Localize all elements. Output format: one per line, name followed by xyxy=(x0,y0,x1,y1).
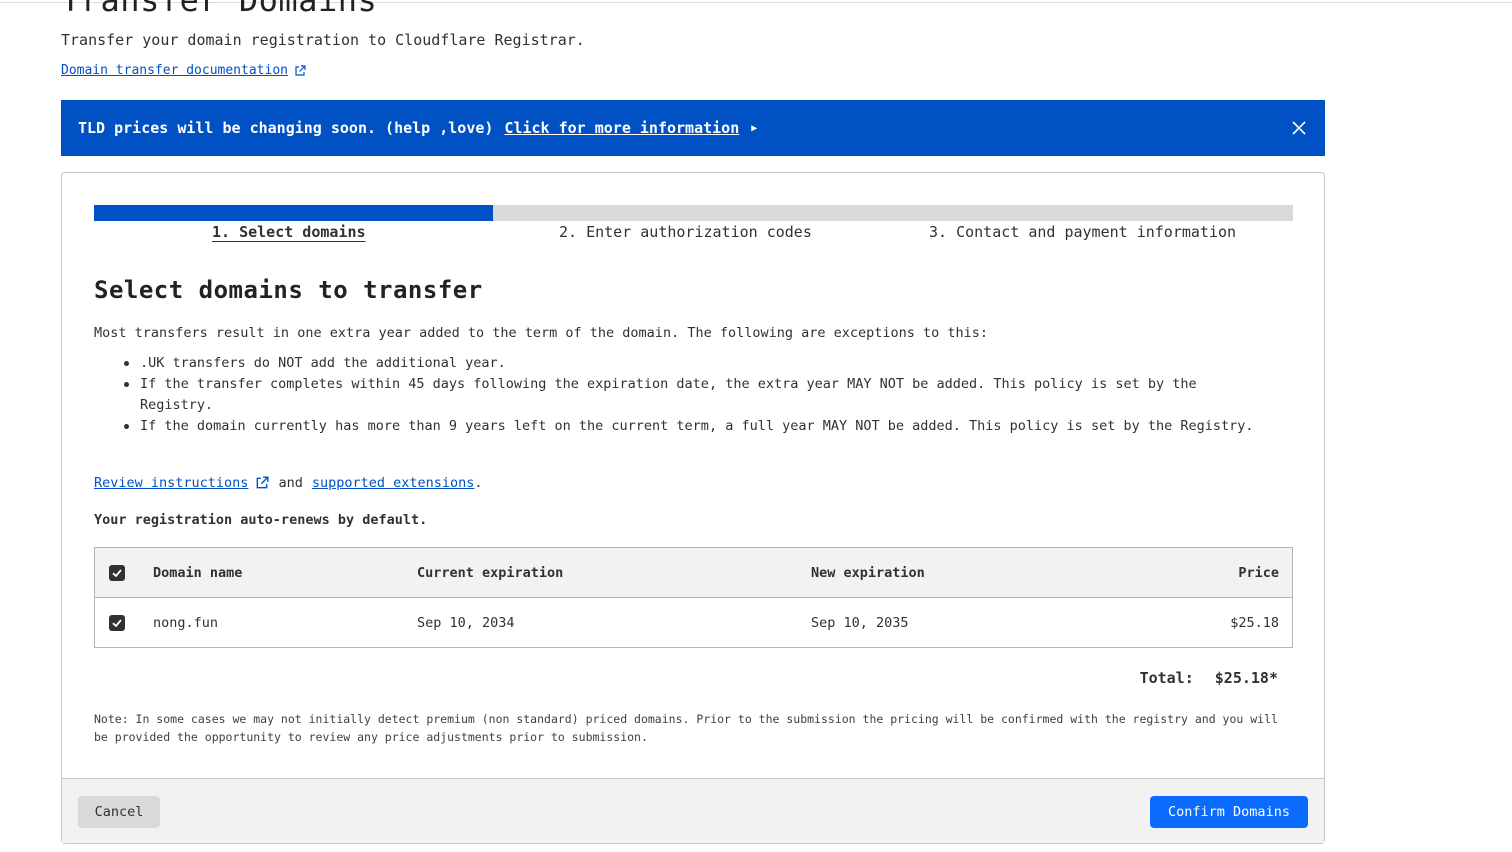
caret-right-icon: ▶ xyxy=(751,122,758,134)
pricing-note: Note: In some cases we may not initially… xyxy=(94,712,1278,744)
current-expiration-cell: Sep 10, 2034 xyxy=(417,614,515,631)
checkbox-checked-icon[interactable] xyxy=(109,614,125,631)
external-link-icon xyxy=(257,476,269,489)
doc-link-label: Domain transfer documentation xyxy=(61,63,288,78)
banner-link-label: Click for more information xyxy=(504,119,740,137)
select-all-cell xyxy=(109,548,125,597)
and-text: and xyxy=(278,475,303,491)
row-select-cell xyxy=(109,598,125,647)
checkbox-checked-icon[interactable] xyxy=(109,564,125,581)
banner-message: TLD prices will be changing soon. (help … xyxy=(78,119,494,137)
period-text: . xyxy=(474,475,483,491)
step-authorization-codes: 2. Enter authorization codes xyxy=(559,223,812,241)
section-title: Select domains to transfer xyxy=(94,276,483,304)
page-subtitle: Transfer your domain registration to Clo… xyxy=(61,31,585,49)
close-icon[interactable] xyxy=(1289,118,1309,138)
total-value: $25.18* xyxy=(1214,669,1278,687)
table-row: nong.fun Sep 10, 2034 Sep 10, 2035 $25.1… xyxy=(95,598,1292,647)
header-new-expiration: New expiration xyxy=(811,564,925,581)
header-current-expiration: Current expiration xyxy=(417,564,564,581)
confirm-domains-button[interactable]: Confirm Domains xyxy=(1150,796,1308,828)
transfer-card: 1. Select domains 2. Enter authorization… xyxy=(61,172,1325,844)
total-label: Total: xyxy=(1139,669,1194,687)
domains-table: Domain name Current expiration New expir… xyxy=(94,547,1293,648)
cancel-button[interactable]: Cancel xyxy=(78,796,160,828)
intro-text: Most transfers result in one extra year … xyxy=(94,325,989,341)
new-expiration-cell: Sep 10, 2035 xyxy=(811,614,909,631)
step-select-domains: 1. Select domains xyxy=(212,223,366,241)
list-item: .UK transfers do NOT add the additional … xyxy=(94,353,1254,374)
list-item: If the transfer completes within 45 days… xyxy=(94,374,1254,416)
domain-name-cell: nong.fun xyxy=(153,614,219,631)
supported-extensions-link[interactable]: supported extensions xyxy=(312,475,475,491)
exceptions-list: .UK transfers do NOT add the additional … xyxy=(94,353,1254,437)
progress-bar xyxy=(94,205,1293,221)
info-banner: TLD prices will be changing soon. (help … xyxy=(61,100,1325,156)
external-link-icon xyxy=(295,64,306,76)
list-item: If the domain currently has more than 9 … xyxy=(94,416,1254,437)
step-contact-payment: 3. Contact and payment information xyxy=(929,223,1237,241)
review-instructions-link[interactable]: Review instructions xyxy=(94,475,248,491)
price-cell: $25.18 xyxy=(1230,614,1279,631)
header-domain-name: Domain name xyxy=(153,564,243,581)
total-line: Total: $25.18* xyxy=(1140,669,1278,687)
progress-fill xyxy=(94,205,494,221)
card-footer: Cancel Confirm Domains xyxy=(62,778,1324,843)
page-title: Transfer Domains xyxy=(61,0,378,19)
review-line: Review instructions and supported extens… xyxy=(94,475,483,491)
autorenew-text: Your registration auto-renews by default… xyxy=(94,512,428,528)
banner-more-info-link[interactable]: Click for more information xyxy=(504,119,739,137)
header-price: Price xyxy=(1238,564,1279,581)
table-header: Domain name Current expiration New expir… xyxy=(95,548,1292,598)
doc-link[interactable]: Domain transfer documentation xyxy=(61,63,306,78)
